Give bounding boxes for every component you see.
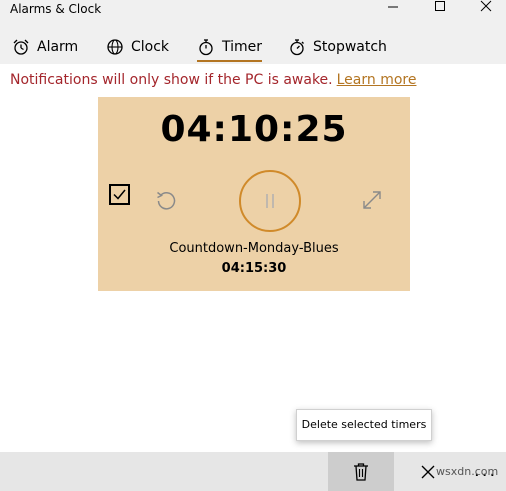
tab-label: Timer xyxy=(222,39,263,55)
command-bar: ... xyxy=(0,452,506,491)
delete-tooltip: Delete selected timers xyxy=(296,409,432,441)
close-icon xyxy=(480,0,492,12)
reset-button[interactable] xyxy=(154,188,178,212)
alarm-icon xyxy=(13,39,29,55)
checkmark-icon xyxy=(113,189,126,200)
timer-name: Countdown-Monday-Blues xyxy=(169,241,339,256)
notification-warning: Notifications will only show if the PC i… xyxy=(10,72,416,88)
globe-icon xyxy=(107,39,123,55)
timer-select-checkbox[interactable] xyxy=(109,184,130,205)
delete-button[interactable] xyxy=(328,452,394,491)
reset-icon xyxy=(157,191,176,210)
pause-icon xyxy=(266,194,274,208)
app-title: Alarms & Clock xyxy=(10,2,102,16)
tab-stopwatch[interactable]: Stopwatch xyxy=(288,34,387,60)
close-button[interactable] xyxy=(466,0,506,18)
timer-duration: 04:15:30 xyxy=(221,261,287,276)
tab-timer[interactable]: Timer xyxy=(197,34,263,62)
stopwatch-icon xyxy=(290,39,304,56)
expand-icon xyxy=(363,191,381,209)
nav-bar: Alarm Clock Timer Stopwatch xyxy=(0,18,506,64)
tab-label: Alarm xyxy=(37,39,79,55)
notification-text: Notifications will only show if the PC i… xyxy=(10,72,333,88)
tab-label: Stopwatch xyxy=(313,39,387,55)
timer-remaining: 04:10:25 xyxy=(160,109,348,150)
timer-card[interactable]: 04:10:25 Countdown-Monday-Blues 04:15:30 xyxy=(98,97,410,291)
maximize-button[interactable] xyxy=(420,0,460,18)
timer-icon xyxy=(199,39,213,56)
tab-alarm[interactable]: Alarm xyxy=(12,34,78,60)
minimize-icon xyxy=(388,6,398,8)
expand-button[interactable] xyxy=(361,189,383,211)
learn-more-link[interactable]: Learn more xyxy=(337,72,417,88)
maximize-icon xyxy=(435,1,445,11)
tab-clock[interactable]: Clock xyxy=(106,34,169,60)
trash-icon xyxy=(354,462,368,481)
watermark: wsxdn.com xyxy=(436,465,499,478)
minimize-button[interactable] xyxy=(373,0,413,18)
pause-button[interactable] xyxy=(239,170,301,232)
title-bar: Alarms & Clock xyxy=(0,0,506,18)
tab-label: Clock xyxy=(131,39,170,55)
cancel-icon xyxy=(421,465,435,478)
